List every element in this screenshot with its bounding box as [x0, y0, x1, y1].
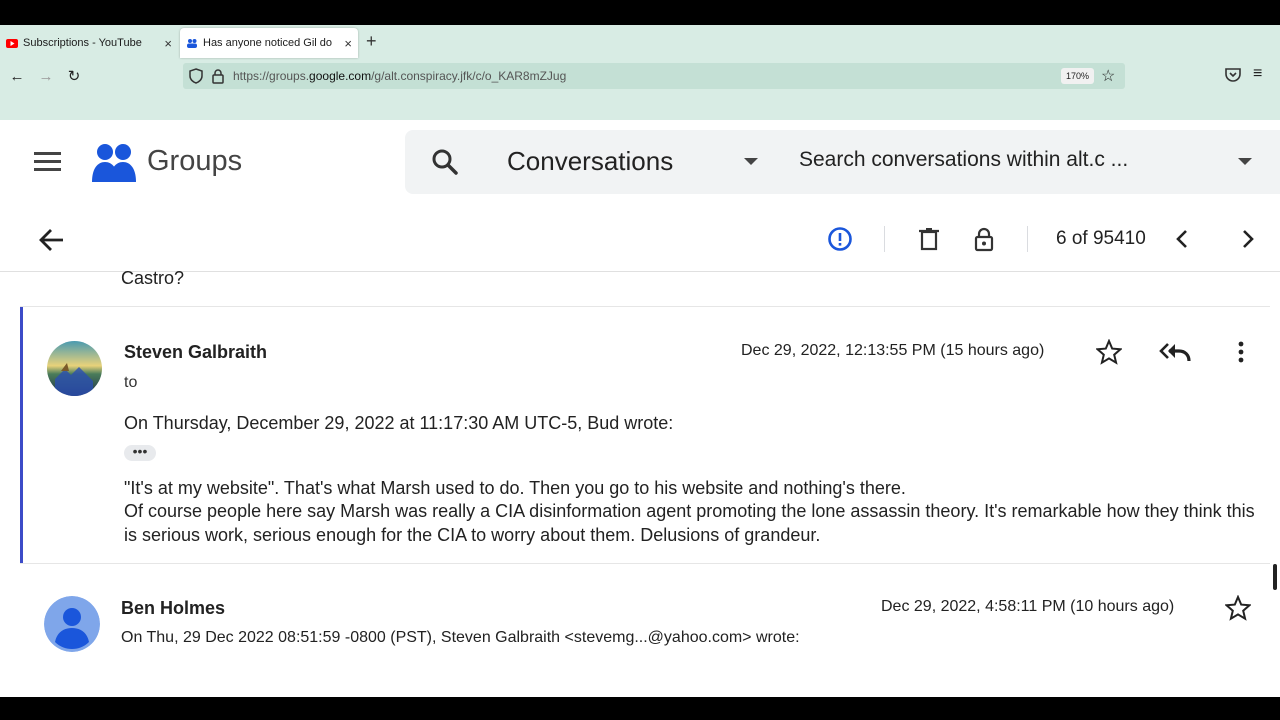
address-bar[interactable]: https://groups.google.com/g/alt.conspira… — [183, 63, 1125, 89]
reload-icon[interactable]: ↻ — [64, 66, 84, 86]
lock-icon[interactable] — [971, 226, 997, 252]
shield-icon[interactable] — [189, 68, 203, 84]
chevron-left-icon[interactable] — [1170, 226, 1194, 252]
avatar[interactable] — [47, 341, 102, 396]
search-input[interactable]: Search conversations within alt.c ... — [799, 148, 1128, 172]
message-body: "It's at my website". That's what Marsh … — [124, 477, 1264, 547]
toolbar-divider — [884, 226, 885, 252]
star-icon[interactable] — [1225, 595, 1251, 621]
youtube-icon — [6, 38, 18, 48]
message-body-line: Of course people here say Marsh was real… — [124, 501, 1255, 545]
tab-strip: Subscriptions - YouTube × Has anyone not… — [0, 25, 1280, 60]
url-prefix: https://groups. — [233, 69, 310, 83]
message-preview: On Thu, 29 Dec 2022 08:51:59 -0800 (PST)… — [121, 629, 800, 646]
tab-groups[interactable]: Has anyone noticed Gil do × — [180, 28, 358, 58]
message-date: Dec 29, 2022, 4:58:11 PM (10 hours ago) — [881, 598, 1175, 615]
browser-chrome: Subscriptions - YouTube × Has anyone not… — [0, 25, 1280, 120]
message-body-line: "It's at my website". That's what Marsh … — [124, 478, 906, 498]
search-bar: Conversations Search conversations withi… — [405, 130, 1280, 194]
message-card: Steven Galbraith to Dec 29, 2022, 12:13:… — [20, 307, 1270, 563]
back-arrow-icon[interactable]: ← — [7, 66, 27, 86]
bookmark-star-icon[interactable]: ☆ — [1101, 66, 1115, 86]
screen-top-border — [0, 0, 1280, 25]
quote-header: On Thursday, December 29, 2022 at 11:17:… — [124, 413, 674, 433]
groups-logo-icon — [92, 144, 136, 182]
pocket-icon[interactable] — [1224, 66, 1242, 84]
new-tab-icon[interactable]: + — [366, 31, 377, 52]
previous-message-tail: Castro? — [121, 268, 185, 288]
search-icon[interactable] — [431, 148, 459, 176]
search-scope-select[interactable]: Conversations — [507, 146, 673, 177]
navigation-bar: ← → ↻ https://groups.google.com/g/alt.co… — [0, 60, 1280, 92]
recipients-label[interactable]: to — [124, 374, 137, 392]
delete-icon[interactable] — [916, 226, 942, 252]
groups-icon — [187, 38, 197, 48]
tab-youtube[interactable]: Subscriptions - YouTube × — [0, 28, 178, 58]
tab-title: Subscriptions - YouTube — [23, 37, 142, 49]
groups-page: Groups Conversations Search conversation… — [0, 120, 1280, 697]
tab-title: Has anyone noticed Gil do — [203, 37, 333, 49]
message-date: Dec 29, 2022, 12:13:55 PM (15 hours ago) — [741, 342, 1045, 359]
scrollbar-thumb[interactable] — [1273, 564, 1277, 590]
avatar[interactable] — [44, 596, 100, 652]
scope-dropdown-icon[interactable] — [744, 158, 758, 165]
app-brand[interactable]: Groups — [147, 145, 242, 178]
main-menu-icon[interactable] — [34, 152, 61, 172]
close-tab-icon[interactable]: × — [164, 36, 172, 51]
zoom-level[interactable]: 170% — [1061, 68, 1095, 84]
more-options-icon[interactable] — [1236, 339, 1246, 365]
message-author[interactable]: Steven Galbraith — [124, 342, 267, 363]
browser-menu-icon[interactable]: ≡ — [1253, 65, 1262, 83]
message-card[interactable]: Ben Holmes Dec 29, 2022, 4:58:11 PM (10 … — [20, 564, 1270, 694]
report-icon[interactable] — [827, 226, 853, 252]
conversation-toolbar: 6 of 95410 — [0, 210, 1280, 272]
toolbar-divider — [1027, 226, 1028, 252]
forward-arrow-icon[interactable]: → — [36, 66, 56, 86]
url-domain: google.com — [309, 69, 372, 83]
message-author[interactable]: Ben Holmes — [121, 598, 225, 619]
star-icon[interactable] — [1096, 339, 1122, 365]
back-arrow-icon[interactable] — [38, 226, 66, 254]
url-text[interactable]: https://groups.google.com/g/alt.conspira… — [233, 69, 566, 83]
lock-icon[interactable] — [211, 68, 225, 84]
show-quoted-text-button[interactable]: ••• — [124, 444, 156, 461]
url-path: /g/alt.conspiracy.jfk/c/o_KAR8mZJug — [371, 69, 567, 83]
chevron-right-icon[interactable] — [1236, 226, 1260, 252]
reply-all-icon[interactable] — [1159, 339, 1191, 365]
screen-bottom-border — [0, 697, 1280, 720]
conversation-counter: 6 of 95410 — [1056, 228, 1146, 249]
close-tab-icon[interactable]: × — [344, 36, 352, 51]
search-options-dropdown-icon[interactable] — [1238, 158, 1252, 165]
